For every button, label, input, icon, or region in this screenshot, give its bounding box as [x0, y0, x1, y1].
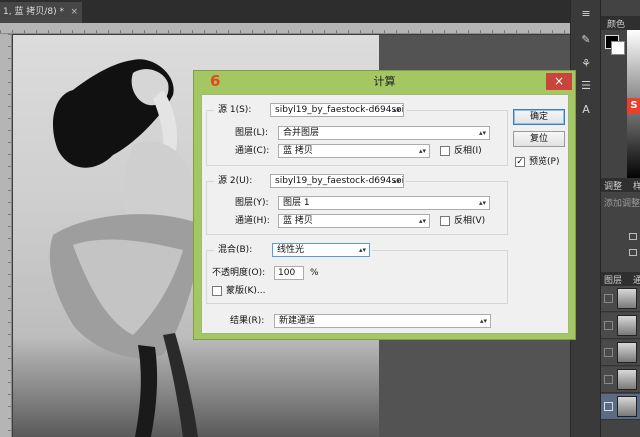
adjustment-icon[interactable]	[629, 249, 637, 256]
clone-source-icon[interactable]: ⚘	[578, 56, 594, 72]
horizontal-ruler	[0, 23, 570, 34]
layer-thumbnail	[617, 342, 637, 363]
channels-tab[interactable]: 通	[633, 273, 640, 286]
chevron-down-icon: ▴▾	[392, 106, 400, 114]
history-icon[interactable]: ≡	[578, 6, 594, 22]
reset-button[interactable]: 复位	[513, 131, 565, 147]
background-color-swatch[interactable]	[611, 41, 625, 55]
vertical-ruler	[0, 34, 12, 437]
add-adjustment-hint: 添加调整	[604, 199, 640, 209]
source2-select[interactable]: sibyl19_by_faestock-d694soi.j... ▴▾	[270, 174, 404, 188]
preview-label: 预览(P)	[529, 157, 560, 167]
chevron-down-icon: ▴▾	[418, 217, 426, 225]
source2-label: 源 2(U):	[218, 176, 253, 186]
preview-checkbox[interactable]: ✓	[515, 157, 525, 167]
source1-channel-label: 通道(C):	[235, 146, 270, 156]
adjustment-icon[interactable]	[629, 233, 637, 240]
visibility-toggle[interactable]	[604, 348, 613, 357]
layer-thumbnail	[617, 396, 637, 417]
source2-channel-label: 通道(H):	[235, 216, 270, 226]
layer-thumbnail	[617, 315, 637, 336]
ok-button[interactable]: 确定	[513, 109, 565, 125]
character-icon[interactable]: A	[578, 102, 594, 118]
eye-icon[interactable]	[604, 402, 613, 411]
blend-mode-select[interactable]: 线性光 ▴▾	[272, 243, 370, 257]
result-label: 结果(R):	[230, 316, 265, 326]
source2-layer-label: 图层(Y):	[235, 198, 269, 208]
brand-logo-icon: S	[627, 98, 640, 114]
opacity-unit: %	[310, 268, 319, 278]
properties-icon[interactable]: ☰	[578, 78, 594, 94]
chevron-down-icon: ▴▾	[479, 317, 487, 325]
visibility-toggle[interactable]	[604, 294, 613, 303]
close-button[interactable]: ×	[546, 73, 572, 90]
layer-row[interactable]	[601, 367, 640, 393]
source1-select[interactable]: sibyl19_by_faestock-d694soi.j... ▴▾	[270, 103, 404, 117]
chevron-down-icon: ▴▾	[358, 246, 366, 254]
chevron-down-icon: ▴▾	[392, 177, 400, 185]
layers-tab[interactable]: 图层	[604, 273, 622, 286]
styles-tab[interactable]: 样	[633, 179, 640, 192]
source1-invert-label: 反相(I)	[454, 146, 482, 156]
adjust-tab[interactable]: 调整	[604, 179, 622, 192]
source1-label: 源 1(S):	[218, 105, 252, 115]
mask-checkbox[interactable]	[212, 286, 222, 296]
source1-layer-label: 图层(L):	[235, 128, 269, 138]
layer-row[interactable]	[601, 286, 640, 312]
close-icon[interactable]: ×	[70, 2, 78, 23]
opacity-input[interactable]: 100	[274, 266, 304, 280]
source1-channel-select[interactable]: 蓝 拷贝 ▴▾	[278, 144, 430, 158]
document-tab[interactable]: 1, 蓝 拷贝/8) * ×	[0, 2, 82, 23]
layer-row[interactable]	[601, 394, 640, 420]
mask-label[interactable]: 蒙版(K)...	[226, 284, 266, 298]
layer-thumbnail	[617, 288, 637, 309]
result-select[interactable]: 新建通道 ▴▾	[274, 314, 491, 328]
document-tab-label: 1, 蓝 拷贝/8) *	[3, 7, 64, 17]
chevron-down-icon: ▴▾	[418, 147, 426, 155]
dialog-title-bar[interactable]: 6 计算 ×	[194, 71, 575, 93]
opacity-label: 不透明度(O):	[212, 268, 266, 278]
source2-invert-checkbox[interactable]	[440, 216, 450, 226]
right-panels: ≡ ✎ ⚘ ☰ A 颜色 S 调整 样 添加调整 图层 通	[570, 0, 640, 437]
source2-layer-select[interactable]: 图层 1 ▴▾	[278, 196, 490, 210]
visibility-toggle[interactable]	[604, 375, 613, 384]
source1-layer-select[interactable]: 合并图层 ▴▾	[278, 126, 490, 140]
visibility-toggle[interactable]	[604, 321, 613, 330]
layer-row[interactable]	[601, 313, 640, 339]
blend-label: 混合(B):	[218, 245, 253, 255]
chevron-down-icon: ▴▾	[478, 129, 486, 137]
layer-row[interactable]	[601, 340, 640, 366]
dialog-title: 计算	[373, 75, 396, 88]
color-tab[interactable]: 颜色	[607, 17, 625, 30]
source1-invert-checkbox[interactable]	[440, 146, 450, 156]
calculations-dialog: 6 计算 × 源 1(S): sibyl19_by_faestock-d694s…	[193, 70, 576, 340]
chevron-down-icon: ▴▾	[478, 199, 486, 207]
document-tab-bar: 1, 蓝 拷贝/8) * ×	[0, 0, 570, 23]
source2-channel-select[interactable]: 蓝 拷贝 ▴▾	[278, 214, 430, 228]
source2-invert-label: 反相(V)	[454, 216, 486, 226]
brush-icon[interactable]: ✎	[578, 32, 594, 48]
dialog-body: 源 1(S): sibyl19_by_faestock-d694soi.j...…	[201, 94, 569, 334]
layer-thumbnail	[617, 369, 637, 390]
